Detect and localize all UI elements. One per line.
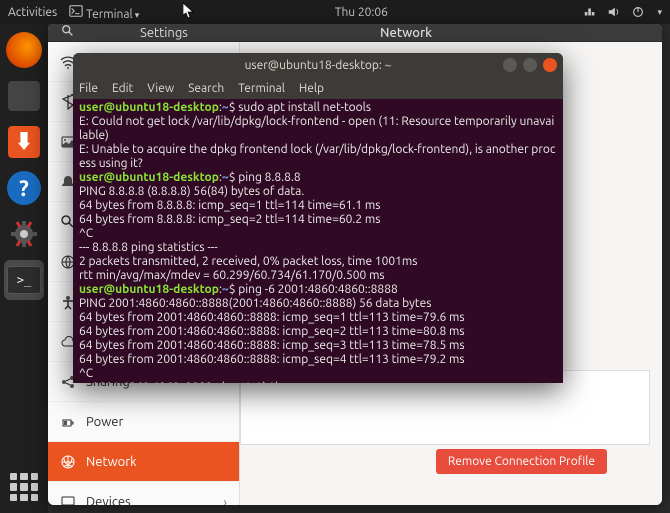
- dock-terminal[interactable]: >_: [4, 260, 44, 300]
- settings-headerbar: Settings Network: [48, 24, 662, 42]
- window-close[interactable]: [543, 58, 557, 72]
- sidebar-item-network[interactable]: Network: [48, 442, 239, 482]
- settings-title: Settings: [88, 26, 240, 40]
- software-icon: [8, 126, 40, 158]
- dock-settings[interactable]: [4, 214, 44, 254]
- dock-software[interactable]: [4, 122, 44, 162]
- sidebar-item-power[interactable]: Power: [48, 402, 239, 442]
- sidebar-item-devices[interactable]: Devices ›: [48, 482, 239, 505]
- system-tray[interactable]: ▾: [583, 5, 662, 19]
- volume-icon: [607, 5, 621, 19]
- menu-view[interactable]: View: [147, 82, 174, 95]
- sidebar-item-label: Network: [86, 455, 137, 469]
- terminal-icon: [69, 4, 83, 18]
- sidebar-item-label: Devices: [86, 495, 131, 506]
- dock-apps-button[interactable]: [6, 469, 42, 505]
- dock-help[interactable]: ?: [4, 168, 44, 208]
- menu-file[interactable]: File: [79, 82, 98, 95]
- terminal-titlebar[interactable]: user@ubuntu18-desktop: ~: [73, 53, 563, 77]
- network-icon: [583, 5, 597, 19]
- terminal-menubar: File Edit View Search Terminal Help: [73, 77, 563, 99]
- files-icon: [8, 81, 40, 111]
- terminal-icon: >_: [7, 266, 41, 294]
- terminal-window: user@ubuntu18-desktop: ~ File Edit View Sea…: [73, 53, 563, 383]
- dock-files[interactable]: [4, 76, 44, 116]
- chevron-right-icon: ›: [223, 494, 227, 506]
- app-menu[interactable]: Terminal▾: [69, 4, 139, 21]
- mouse-cursor: [183, 3, 195, 19]
- power-icon: [60, 414, 76, 430]
- firefox-icon: [6, 32, 42, 68]
- menu-search[interactable]: Search: [188, 82, 224, 95]
- menu-help[interactable]: Help: [299, 82, 324, 95]
- dock: ? >_: [0, 24, 48, 513]
- sidebar-item-label: Power: [86, 415, 123, 429]
- chevron-down-icon: ▾: [657, 7, 662, 18]
- search-button[interactable]: [48, 24, 88, 41]
- window-minimize[interactable]: [503, 58, 517, 72]
- menu-terminal[interactable]: Terminal: [238, 82, 285, 95]
- dock-firefox[interactable]: [4, 30, 44, 70]
- settings-icon: [7, 217, 41, 251]
- activities-button[interactable]: Activities: [8, 6, 57, 19]
- help-icon: ?: [7, 171, 41, 205]
- menu-edit[interactable]: Edit: [112, 82, 133, 95]
- terminal-title: user@ubuntu18-desktop: ~: [245, 59, 392, 72]
- window-maximize[interactable]: [523, 58, 537, 72]
- remove-connection-button[interactable]: Remove Connection Profile: [436, 449, 607, 474]
- terminal-body[interactable]: user@ubuntu18-desktop:~$ sudo apt instal…: [73, 99, 563, 383]
- net-icon: [60, 454, 76, 470]
- clock[interactable]: Thu 20:06: [139, 6, 583, 19]
- top-bar: Activities Terminal▾ Thu 20:06 ▾: [0, 0, 670, 24]
- search-icon: [61, 24, 75, 38]
- dev-icon: [60, 494, 76, 506]
- panel-title: Network: [240, 26, 572, 40]
- power-icon: [631, 5, 645, 19]
